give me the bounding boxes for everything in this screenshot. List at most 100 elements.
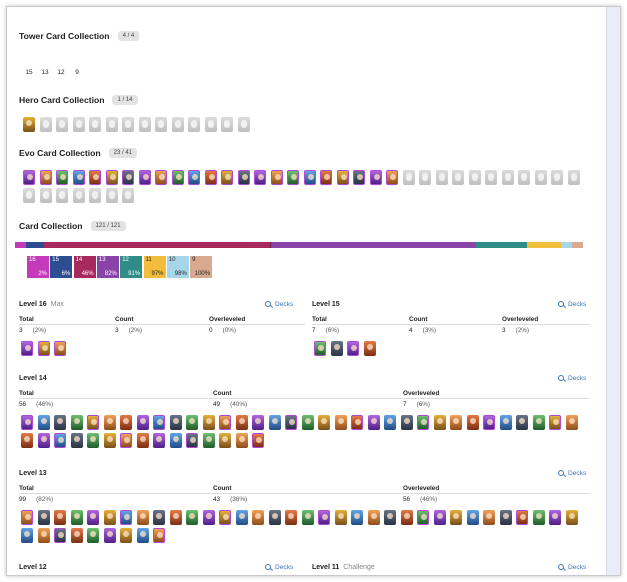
card-icon[interactable] — [204, 170, 217, 185]
card-icon[interactable] — [153, 415, 165, 430]
locked-card-icon[interactable] — [122, 117, 134, 132]
card-icon[interactable] — [87, 510, 99, 525]
card-icon[interactable] — [268, 510, 281, 525]
card-icon[interactable] — [87, 433, 99, 448]
card-icon[interactable] — [450, 415, 462, 430]
locked-card-icon[interactable] — [188, 117, 200, 132]
card-icon[interactable] — [122, 170, 134, 185]
locked-card-icon[interactable] — [485, 170, 497, 185]
locked-card-icon[interactable] — [105, 117, 118, 132]
card-icon[interactable] — [532, 415, 545, 430]
locked-card-icon[interactable] — [39, 188, 52, 203]
tower-card[interactable]: 13 — [38, 50, 52, 76]
card-icon[interactable] — [103, 510, 116, 525]
card-icon[interactable] — [169, 433, 182, 448]
card-icon[interactable] — [318, 415, 330, 430]
card-icon[interactable] — [417, 510, 429, 525]
card-icon[interactable] — [21, 433, 33, 448]
card-icon[interactable] — [103, 528, 116, 543]
locked-card-icon[interactable] — [72, 188, 85, 203]
card-icon[interactable] — [330, 341, 343, 356]
card-icon[interactable] — [237, 170, 250, 185]
card-icon[interactable] — [21, 415, 33, 430]
locked-card-icon[interactable] — [105, 188, 118, 203]
locked-card-icon[interactable] — [237, 117, 250, 132]
card-icon[interactable] — [21, 528, 33, 543]
locked-card-icon[interactable] — [23, 188, 35, 203]
card-icon[interactable] — [87, 528, 99, 543]
level-box-9[interactable]: 9 100% — [190, 256, 213, 278]
card-icon[interactable] — [285, 510, 297, 525]
card-icon[interactable] — [37, 415, 50, 430]
card-icon[interactable] — [89, 170, 101, 185]
locked-card-icon[interactable] — [518, 170, 530, 185]
card-icon[interactable] — [138, 170, 151, 185]
card-icon[interactable] — [54, 510, 66, 525]
card-icon[interactable] — [219, 510, 231, 525]
locked-card-icon[interactable] — [89, 188, 101, 203]
card-icon[interactable] — [70, 510, 83, 525]
card-icon[interactable] — [400, 415, 413, 430]
card-icon[interactable] — [353, 170, 365, 185]
level11-decks-link[interactable]: Decks — [558, 564, 586, 571]
card-icon[interactable] — [21, 510, 33, 525]
level-box-14[interactable]: 14 46% — [73, 256, 96, 278]
card-icon[interactable] — [301, 415, 314, 430]
card-icon[interactable] — [433, 510, 446, 525]
level-box-11[interactable]: 11 97% — [143, 256, 166, 278]
card-icon[interactable] — [153, 528, 165, 543]
card-icon[interactable] — [37, 433, 50, 448]
locked-card-icon[interactable] — [534, 170, 547, 185]
locked-card-icon[interactable] — [551, 170, 563, 185]
card-icon[interactable] — [219, 433, 231, 448]
locked-card-icon[interactable] — [56, 188, 68, 203]
card-icon[interactable] — [120, 415, 132, 430]
card-icon[interactable] — [301, 510, 314, 525]
card-icon[interactable] — [363, 341, 376, 356]
level-box-10[interactable]: 10 98% — [166, 256, 189, 278]
locked-card-icon[interactable] — [204, 117, 217, 132]
card-icon[interactable] — [532, 510, 545, 525]
card-icon[interactable] — [54, 415, 66, 430]
card-icon[interactable] — [450, 510, 462, 525]
card-icon[interactable] — [320, 170, 332, 185]
level-box-13[interactable]: 13 82% — [96, 256, 119, 278]
card-icon[interactable] — [347, 341, 359, 356]
card-icon[interactable] — [433, 415, 446, 430]
card-icon[interactable] — [235, 510, 248, 525]
card-icon[interactable] — [186, 415, 198, 430]
locked-card-icon[interactable] — [567, 170, 580, 185]
locked-card-icon[interactable] — [501, 170, 514, 185]
card-icon[interactable] — [54, 528, 66, 543]
locked-card-icon[interactable] — [468, 170, 481, 185]
card-icon[interactable] — [171, 170, 184, 185]
tower-card[interactable]: 15 — [22, 50, 36, 76]
card-icon[interactable] — [136, 415, 149, 430]
card-icon[interactable] — [56, 170, 68, 185]
card-icon[interactable] — [155, 170, 167, 185]
locked-card-icon[interactable] — [435, 170, 448, 185]
card-icon[interactable] — [285, 415, 297, 430]
card-icon[interactable] — [334, 510, 347, 525]
locked-card-icon[interactable] — [72, 117, 85, 132]
card-icon[interactable] — [103, 433, 116, 448]
locked-card-icon[interactable] — [89, 117, 101, 132]
card-icon[interactable] — [369, 170, 382, 185]
locked-card-icon[interactable] — [452, 170, 464, 185]
card-icon[interactable] — [120, 433, 132, 448]
card-icon[interactable] — [351, 415, 363, 430]
card-icon[interactable] — [87, 415, 99, 430]
card-icon[interactable] — [169, 415, 182, 430]
card-icon[interactable] — [39, 170, 52, 185]
card-icon[interactable] — [384, 415, 396, 430]
locked-card-icon[interactable] — [402, 170, 415, 185]
card-icon[interactable] — [499, 415, 512, 430]
card-icon[interactable] — [23, 170, 35, 185]
card-icon[interactable] — [202, 510, 215, 525]
card-icon[interactable] — [252, 433, 264, 448]
card-icon[interactable] — [516, 510, 528, 525]
locked-card-icon[interactable] — [419, 170, 431, 185]
locked-card-icon[interactable] — [39, 117, 52, 132]
locked-card-icon[interactable] — [56, 117, 68, 132]
card-icon[interactable] — [287, 170, 299, 185]
